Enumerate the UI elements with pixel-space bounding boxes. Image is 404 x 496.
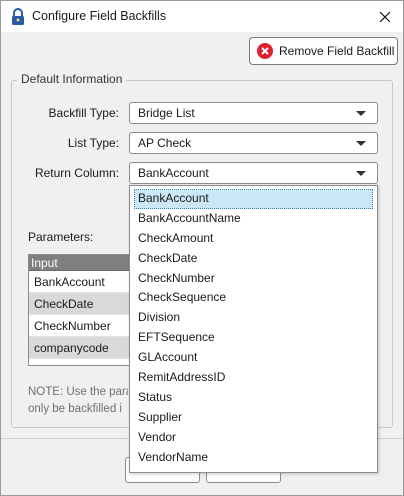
remove-circle-icon: [257, 43, 273, 59]
dropdown-option[interactable]: Supplier: [134, 408, 373, 428]
backfill-type-value: Bridge List: [138, 106, 195, 120]
note-text: NOTE: Use the para only be backfilled i: [28, 384, 128, 418]
chevron-down-icon: [356, 171, 366, 176]
table-row[interactable]: CheckNumber: [29, 315, 129, 337]
note-line: NOTE: Use the para: [28, 386, 128, 398]
dropdown-option[interactable]: RemitAddressID: [134, 368, 373, 388]
return-column-label: Return Column:: [34, 166, 119, 180]
dropdown-option[interactable]: BankAccount: [134, 189, 373, 209]
list-type-select[interactable]: AP Check: [129, 132, 378, 154]
chevron-down-icon: [356, 141, 366, 146]
backfill-type-label: Backfill Type:: [48, 106, 119, 120]
list-type-label: List Type:: [67, 136, 119, 150]
list-type-value: AP Check: [138, 136, 192, 150]
return-column-select[interactable]: BankAccount: [129, 162, 378, 184]
remove-field-backfill-button[interactable]: Remove Field Backfill: [249, 37, 398, 65]
group-title: Default Information: [17, 72, 127, 86]
dropdown-option[interactable]: GLAccount: [134, 348, 373, 368]
lock-icon: [12, 8, 24, 25]
close-button[interactable]: [367, 1, 403, 32]
backfill-type-select[interactable]: Bridge List: [129, 102, 378, 124]
dropdown-option[interactable]: EFTSequence: [134, 328, 373, 348]
chevron-down-icon: [356, 111, 366, 116]
configure-field-backfills-dialog: Configure Field Backfills Remove Field B…: [0, 0, 404, 496]
return-column-dropdown-list[interactable]: BankAccount BankAccountName CheckAmount …: [129, 185, 378, 473]
dropdown-option[interactable]: CheckAmount: [134, 229, 373, 249]
dropdown-option[interactable]: BankAccountName: [134, 209, 373, 229]
dropdown-option[interactable]: Division: [134, 308, 373, 328]
return-column-value: BankAccount: [138, 166, 209, 180]
parameters-header-input[interactable]: Input: [29, 255, 129, 271]
dropdown-option[interactable]: CheckDate: [134, 249, 373, 269]
dropdown-option[interactable]: CheckSequence: [134, 288, 373, 308]
window-title: Configure Field Backfills: [32, 9, 167, 23]
close-icon: [379, 11, 391, 22]
dropdown-option[interactable]: Vendor: [134, 428, 373, 448]
title-bar: Configure Field Backfills: [1, 1, 403, 32]
remove-field-backfill-label: Remove Field Backfill: [279, 44, 395, 58]
table-row[interactable]: BankAccount: [29, 271, 129, 293]
dropdown-option[interactable]: VendorName: [134, 448, 373, 468]
table-row[interactable]: companycode: [29, 337, 129, 359]
note-line: only be backfilled i: [28, 403, 122, 415]
parameters-table[interactable]: Input BankAccount CheckDate CheckNumber …: [28, 254, 130, 366]
dropdown-option[interactable]: CheckNumber: [134, 269, 373, 289]
dropdown-option[interactable]: Status: [134, 388, 373, 408]
table-row[interactable]: CheckDate: [29, 293, 129, 315]
parameters-label: Parameters:: [28, 230, 94, 244]
